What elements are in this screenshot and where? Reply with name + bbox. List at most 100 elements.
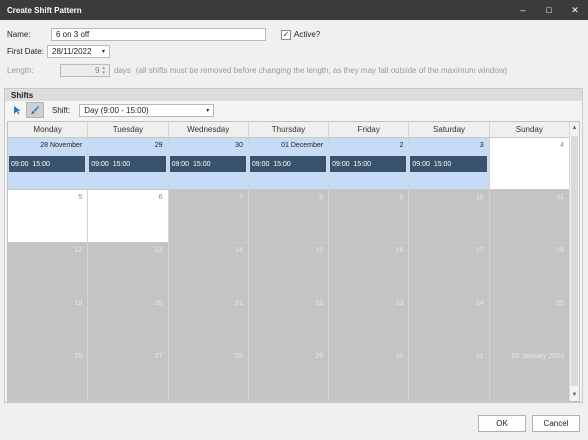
- day-cell[interactable]: 22: [248, 296, 330, 349]
- day-cell[interactable]: 30: [329, 349, 410, 402]
- day-cell[interactable]: 26: [8, 349, 89, 402]
- day-date: 5: [78, 194, 83, 201]
- day-cell[interactable]: 11: [489, 190, 570, 243]
- day-cell[interactable]: 13: [88, 243, 169, 296]
- shifts-group-title: Shifts: [5, 89, 582, 101]
- calendar-grid: Monday Tuesday Wednesday Thursday Friday Satu…: [7, 121, 580, 402]
- length-value: 9: [95, 66, 100, 75]
- length-spinner[interactable]: 9 ▴ ▾: [60, 64, 110, 77]
- day-date: 27: [154, 353, 163, 360]
- shift-block[interactable]: 09:00 15:00: [410, 156, 487, 172]
- day-cell[interactable]: 28: [168, 349, 249, 402]
- day-date: 3: [479, 142, 484, 149]
- day-date: 28 November: [40, 142, 83, 149]
- scrollbar-thumb[interactable]: [571, 136, 578, 386]
- spinner-arrows-icon: ▴ ▾: [102, 64, 105, 76]
- name-input[interactable]: 6 on 3 off: [51, 28, 266, 41]
- day-cell[interactable]: 10: [409, 190, 490, 243]
- day-cell[interactable]: 19: [8, 296, 89, 349]
- day-date: 26: [74, 353, 83, 360]
- day-cell[interactable]: 25: [489, 296, 570, 349]
- shift-select-value: Day (9:00 - 15:00): [84, 105, 149, 115]
- day-header-saturday: Saturday: [409, 122, 490, 137]
- day-date: 11: [556, 194, 564, 201]
- day-cell[interactable]: 4: [489, 138, 570, 190]
- day-cell[interactable]: 2 09:00 15:00: [329, 138, 410, 190]
- day-date: 18: [556, 247, 564, 254]
- day-cell[interactable]: 17: [409, 243, 490, 296]
- day-header-tuesday: Tuesday: [88, 122, 169, 137]
- shifts-toolbar: Shift: Day (9:00 - 15:00) ▾: [5, 101, 582, 119]
- day-cell[interactable]: 6: [88, 190, 169, 243]
- day-date: 21: [235, 300, 243, 307]
- day-cell[interactable]: 8: [248, 190, 330, 243]
- length-label: Length:: [7, 66, 34, 75]
- day-cell[interactable]: 31: [409, 349, 490, 402]
- day-cell[interactable]: 23: [329, 296, 410, 349]
- scroll-down-icon[interactable]: ▼: [570, 389, 579, 401]
- day-cell[interactable]: 01 January 2023: [489, 349, 570, 402]
- active-checkbox[interactable]: ✓: [281, 29, 291, 40]
- day-date: 4: [560, 142, 564, 149]
- shift-block[interactable]: 09:00 15:00: [330, 156, 407, 172]
- scroll-up-icon[interactable]: ▲: [570, 122, 579, 134]
- day-cell[interactable]: 3 09:00 15:00: [409, 138, 490, 190]
- week-row: 12 13 14 15 16 17 18: [8, 243, 570, 296]
- day-date: 13: [154, 247, 163, 254]
- day-date: 29: [315, 353, 324, 360]
- active-label: Active?: [294, 30, 321, 39]
- day-cell[interactable]: 12: [8, 243, 89, 296]
- day-cell[interactable]: 14: [168, 243, 249, 296]
- day-date: 2: [399, 142, 404, 149]
- shift-select[interactable]: Day (9:00 - 15:00) ▾: [79, 103, 215, 117]
- ok-button[interactable]: OK: [478, 415, 526, 432]
- day-header-thursday: Thursday: [249, 122, 330, 137]
- day-cell[interactable]: 20: [88, 296, 169, 349]
- day-date: 10: [475, 194, 484, 201]
- day-cell[interactable]: 16: [329, 243, 410, 296]
- day-cell[interactable]: 01 December 09:00 15:00: [248, 138, 330, 190]
- paint-brush-icon[interactable]: [26, 102, 44, 118]
- day-cell[interactable]: 29: [248, 349, 330, 402]
- shifts-group: Shifts Shift: Day (9:00 - 15:00) ▾ Monda…: [4, 88, 583, 403]
- day-date: 29: [154, 142, 163, 149]
- cancel-button[interactable]: Cancel: [532, 415, 580, 432]
- first-date-row: First Date: 28/11/2022 ▾: [7, 45, 110, 58]
- day-date: 17: [475, 247, 484, 254]
- shift-block[interactable]: 09:00 15:00: [169, 156, 246, 172]
- shift-label: Shift:: [52, 105, 71, 115]
- day-cell[interactable]: 7: [168, 190, 249, 243]
- day-date: 01 January 2023: [511, 353, 564, 360]
- day-cell[interactable]: 27: [88, 349, 169, 402]
- shift-block[interactable]: 09:00 15:00: [249, 156, 327, 172]
- day-cell[interactable]: 28 November 09:00 15:00: [8, 138, 89, 190]
- day-date: 16: [395, 247, 404, 254]
- day-header-wednesday: Wednesday: [169, 122, 249, 137]
- day-cell[interactable]: 21: [168, 296, 249, 349]
- day-cell[interactable]: 9: [329, 190, 410, 243]
- minimize-button[interactable]: –: [510, 0, 536, 20]
- day-cell[interactable]: 15: [248, 243, 330, 296]
- week-row: 19 20 21 22 23 24 25: [8, 296, 570, 349]
- day-cell[interactable]: 30 09:00 15:00: [168, 138, 249, 190]
- day-date: 30: [395, 353, 404, 360]
- week-row: 26 27 28 29 30 31 01 January 2023: [8, 349, 570, 402]
- day-date: 12: [74, 247, 83, 254]
- day-date: 01 December: [281, 142, 324, 149]
- day-cell[interactable]: 29 09:00 15:00: [88, 138, 169, 190]
- day-cell[interactable]: 5: [8, 190, 89, 243]
- day-cell[interactable]: 18: [489, 243, 570, 296]
- vertical-scrollbar[interactable]: ▲ ▼: [569, 122, 579, 401]
- day-date: 15: [315, 247, 324, 254]
- title-bar: Create Shift Pattern – □ ✕: [0, 0, 588, 20]
- maximize-button[interactable]: □: [536, 0, 562, 20]
- shift-block[interactable]: 09:00 15:00: [89, 156, 166, 172]
- pointer-icon[interactable]: [8, 102, 26, 118]
- day-cell[interactable]: 24: [409, 296, 490, 349]
- close-button[interactable]: ✕: [562, 0, 588, 20]
- length-note: (all shifts must be removed before chang…: [135, 66, 508, 75]
- first-date-picker[interactable]: 28/11/2022 ▾: [47, 45, 110, 58]
- day-header-sunday: Sunday: [490, 122, 570, 137]
- shift-block[interactable]: 09:00 15:00: [9, 156, 86, 172]
- day-date: 9: [399, 194, 404, 201]
